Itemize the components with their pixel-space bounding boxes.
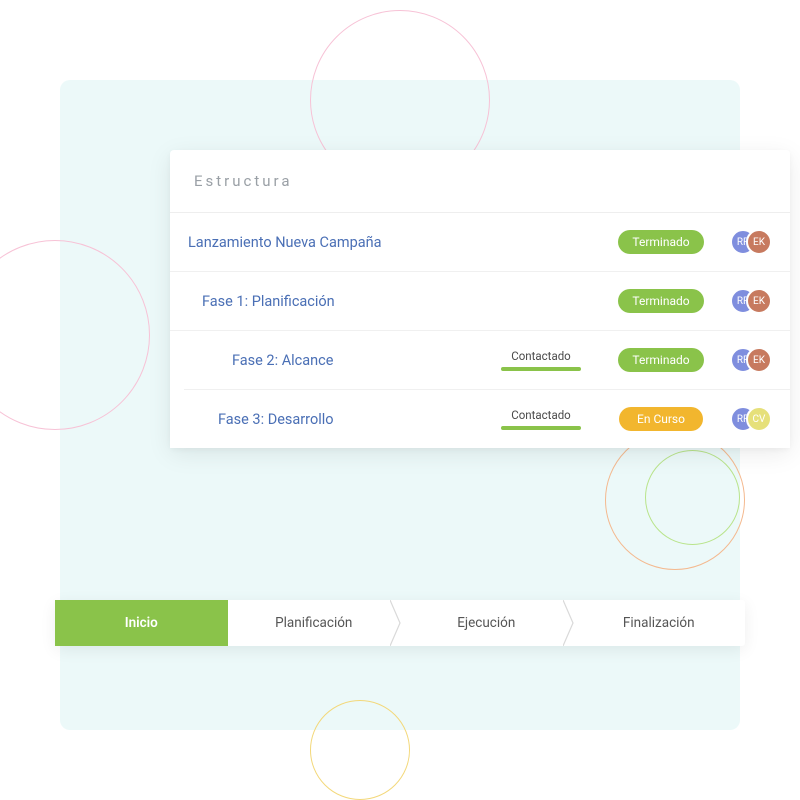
stage-label: Ejecución xyxy=(457,615,515,631)
stage-label: Inicio xyxy=(125,615,158,631)
table-row[interactable]: Fase 1: Planificación Terminado RR EK xyxy=(170,272,790,331)
avatar[interactable]: EK xyxy=(746,347,772,373)
status-badge: Terminado xyxy=(618,289,703,313)
table-row[interactable]: Lanzamiento Nueva Campaña Terminado RR E… xyxy=(170,213,790,272)
table-row[interactable]: Fase 2: Alcance Contactado Terminado RR … xyxy=(184,331,790,390)
status-badge: En Curso xyxy=(619,407,703,431)
progress-bar xyxy=(501,367,581,371)
avatar[interactable]: EK xyxy=(746,229,772,255)
contact-label: Contactado xyxy=(486,408,596,422)
row-title: Fase 2: Alcance xyxy=(232,352,486,369)
row-title: Fase 3: Desarrollo xyxy=(218,411,486,428)
stage-finalizacion[interactable]: Finalización xyxy=(573,600,746,646)
structure-card: Estructura Lanzamiento Nueva Campaña Ter… xyxy=(170,150,790,448)
avatar-group: RR EK xyxy=(730,288,772,314)
row-title: Fase 1: Planificación xyxy=(202,293,606,310)
status-badge: Terminado xyxy=(618,230,703,254)
avatar-group: RR EK xyxy=(730,347,772,373)
avatar-group: RR EK xyxy=(730,229,772,255)
decor-circle xyxy=(310,700,410,800)
avatar[interactable]: CV xyxy=(746,406,772,432)
stage-label: Finalización xyxy=(623,615,695,631)
avatar-group: RR CV xyxy=(730,406,772,432)
stage-bar: Inicio Planificación Ejecución Finalizac… xyxy=(55,600,745,646)
stage-ejecucion[interactable]: Ejecución xyxy=(400,600,573,646)
decor-circle xyxy=(645,450,740,545)
progress-bar xyxy=(501,426,581,430)
stage-planificacion[interactable]: Planificación xyxy=(228,600,401,646)
stage-inicio[interactable]: Inicio xyxy=(55,600,228,646)
avatar[interactable]: EK xyxy=(746,288,772,314)
contact-status: Contactado xyxy=(486,408,596,430)
contact-label: Contactado xyxy=(486,349,596,363)
table-row[interactable]: Fase 3: Desarrollo Contactado En Curso R… xyxy=(170,390,790,448)
stage-label: Planificación xyxy=(275,615,352,631)
contact-status: Contactado xyxy=(486,349,596,371)
row-title: Lanzamiento Nueva Campaña xyxy=(188,234,606,251)
status-badge: Terminado xyxy=(618,348,703,372)
card-title: Estructura xyxy=(170,150,790,213)
